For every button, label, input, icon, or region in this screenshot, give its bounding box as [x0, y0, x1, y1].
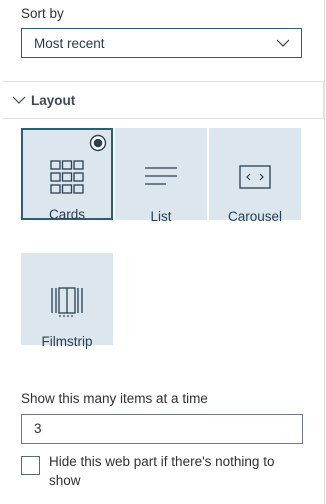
chevron-down-icon: [12, 96, 26, 104]
layout-option-filmstrip[interactable]: Filmstrip: [21, 253, 113, 349]
sort-by-dropdown[interactable]: Most recent: [21, 28, 302, 58]
hide-web-part-label: Hide this web part if there's nothing to…: [49, 454, 275, 488]
sort-by-value: Most recent: [34, 35, 105, 51]
items-count-label: Show this many items at a time: [21, 391, 208, 406]
layout-option-cards[interactable]: Cards: [21, 128, 113, 222]
layout-option-label: Carousel: [227, 209, 283, 224]
sort-by-label: Sort by: [21, 6, 64, 21]
items-count-input[interactable]: 3: [21, 414, 303, 444]
carousel-icon: [209, 165, 301, 189]
layout-option-carousel[interactable]: Carousel: [209, 128, 301, 224]
chevron-down-icon: [276, 39, 290, 47]
property-pane: Sort by Most recent Layout Cards List Ca…: [0, 0, 326, 504]
filmstrip-icon: [21, 287, 113, 317]
list-lines-icon: [115, 166, 207, 186]
layout-option-label: Filmstrip: [41, 334, 93, 349]
grid-icon: [23, 160, 111, 194]
layout-section-header[interactable]: Layout: [3, 81, 324, 119]
hide-web-part-checkbox[interactable]: [21, 456, 40, 475]
layout-section-title: Layout: [31, 93, 76, 108]
layout-option-label: List: [150, 209, 172, 224]
panel-divider: [324, 0, 325, 504]
layout-option-list[interactable]: List: [115, 128, 207, 224]
layout-option-label: Cards: [48, 207, 85, 222]
selected-radio-icon: [89, 134, 107, 152]
